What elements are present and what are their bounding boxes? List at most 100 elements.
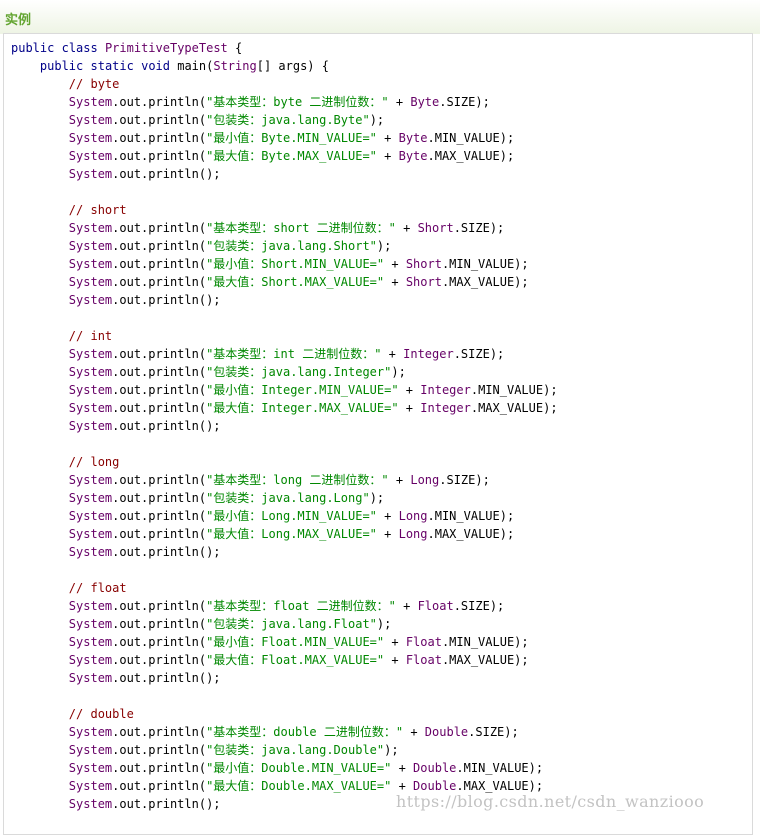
code-token: .out.println( <box>112 131 207 145</box>
code-token: .MAX_VALUE); <box>427 149 515 163</box>
code-token: .out.println( <box>112 761 207 775</box>
code-token: .SIZE); <box>439 95 490 109</box>
code-token: .out.println( <box>112 275 207 289</box>
code-token: // float <box>68 581 127 595</box>
code-token: ); <box>369 113 385 127</box>
code-token: .SIZE); <box>453 221 505 235</box>
code-token: "最大值：Short.MAX_VALUE=" <box>206 275 385 289</box>
code-token: // int <box>68 329 113 343</box>
code-line: System.out.println("最小值：Float.MIN_VALUE=… <box>11 633 558 651</box>
code-line: System.out.println("最大值：Byte.MAX_VALUE="… <box>11 147 558 165</box>
code-token: + <box>384 635 406 649</box>
code-token: .MIN_VALUE); <box>441 635 529 649</box>
code-token: // byte <box>68 77 120 91</box>
code-line: System.out.println("最小值：Short.MIN_VALUE=… <box>11 255 558 273</box>
code-token: System <box>68 365 113 379</box>
code-token: + <box>376 509 399 523</box>
code-token: System <box>68 671 113 685</box>
code-line: System.out.println("基本类型：long 二进制位数：" + … <box>11 471 558 489</box>
code-token: Double <box>413 779 457 793</box>
code-token: + <box>395 221 418 235</box>
code-token: System <box>68 275 113 289</box>
code-token: + <box>376 527 399 541</box>
code-line: System.out.println("最大值：Float.MAX_VALUE=… <box>11 651 558 669</box>
code-token: .out.println( <box>112 257 207 271</box>
code-line: // byte <box>11 75 558 93</box>
code-token: + <box>384 257 406 271</box>
code-token: "包装类：java.lang.Integer" <box>206 365 392 379</box>
code-token: System <box>68 545 113 559</box>
code-line: System.out.println(); <box>11 291 558 309</box>
code-token: System <box>68 221 113 235</box>
code-token: + <box>388 473 411 487</box>
code-line: System.out.println("基本类型：short 二进制位数：" +… <box>11 219 558 237</box>
code-token: // short <box>68 203 127 217</box>
code-token: .out.println( <box>112 725 207 739</box>
code-line: System.out.println("最大值：Integer.MAX_VALU… <box>11 399 558 417</box>
code-token: static <box>90 59 134 73</box>
code-token: ); <box>391 365 406 379</box>
code-token: .out.println(); <box>112 167 221 181</box>
code-token: System <box>68 131 113 145</box>
code-token: .out.println( <box>112 473 207 487</box>
code-token: + <box>398 401 421 415</box>
code-line: System.out.println("包装类：java.lang.Float"… <box>11 615 558 633</box>
code-token: Short <box>405 257 442 271</box>
code-token: ); <box>384 743 399 757</box>
code-line: public static void main(String[] args) { <box>11 57 558 75</box>
code-token: "最大值：Integer.MAX_VALUE=" <box>206 401 399 415</box>
code-token: "包装类：java.lang.Float" <box>206 617 377 631</box>
code-token: .MIN_VALUE); <box>456 761 544 775</box>
code-token: Short <box>417 221 454 235</box>
code-token: System <box>68 527 113 541</box>
code-token: + <box>395 599 418 613</box>
code-token: .out.println( <box>112 491 207 505</box>
example-section-title: 实例 <box>5 13 32 28</box>
code-token: .out.println(); <box>112 545 221 559</box>
code-token: + <box>376 131 399 145</box>
code-token: System <box>68 383 113 397</box>
code-token: "基本类型：float 二进制位数：" <box>206 599 396 613</box>
code-token: Long <box>398 509 428 523</box>
code-token: // long <box>68 455 120 469</box>
code-token: .MIN_VALUE); <box>427 131 515 145</box>
code-token: Float <box>405 635 442 649</box>
code-line: System.out.println("包装类：java.lang.Short"… <box>11 237 558 255</box>
code-line: System.out.println("最大值：Short.MAX_VALUE=… <box>11 273 558 291</box>
code-listing: public class PrimitiveTypeTest { public … <box>11 39 558 813</box>
code-token: .out.println( <box>112 743 207 757</box>
code-token: .out.println( <box>112 653 207 667</box>
code-token: .out.println(); <box>112 419 221 433</box>
code-token: .MIN_VALUE); <box>441 257 529 271</box>
code-token: System <box>68 797 113 811</box>
code-line: System.out.println("基本类型：double 二进制位数：" … <box>11 723 558 741</box>
code-token: .SIZE); <box>453 599 505 613</box>
code-line: System.out.println(); <box>11 417 558 435</box>
watermark-text: https://blog.csdn.net/csdn_wanziooo <box>396 792 705 811</box>
code-token: "包装类：java.lang.Double" <box>206 743 385 757</box>
example-section-header: 实例 <box>0 0 760 34</box>
